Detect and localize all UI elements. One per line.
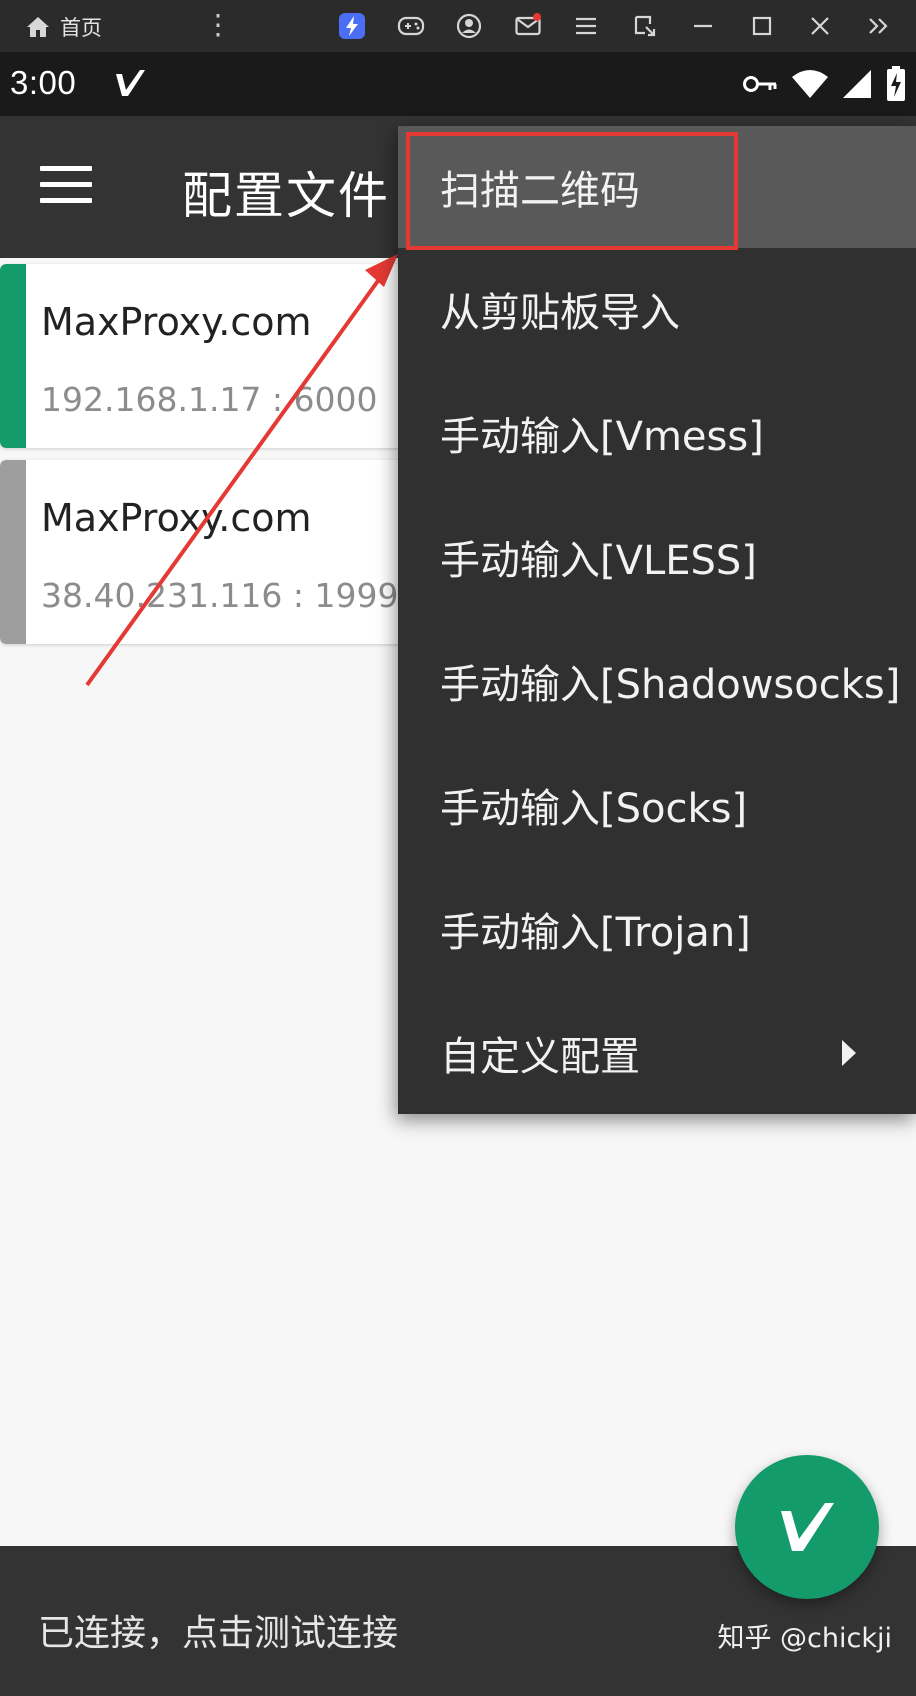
profile-address: 38.40.231.116 : 19993 (41, 576, 410, 615)
watermark: 知乎 @chickji (717, 1623, 892, 1654)
menu-item-custom-config[interactable]: 自定义配置 (398, 992, 916, 1114)
add-config-menu: 扫描二维码 从剪贴板导入 手动输入[Vmess] 手动输入[VLESS] 手动输… (398, 126, 916, 1114)
gamepad-icon[interactable] (382, 8, 441, 44)
connect-fab[interactable] (735, 1455, 879, 1599)
profile-name: MaxProxy.com (41, 496, 312, 540)
menu-item-manual-socks[interactable]: 手动输入[Socks] (398, 744, 916, 866)
profile-address: 192.168.1.17 : 6000 (41, 380, 378, 419)
connection-status-text: 已连接，点击测试连接 (38, 1613, 399, 1654)
screen: 首页 ⋮ 3:00 配置文件 MaxProxy.com 192.168.1.17… (0, 0, 916, 1696)
emulator-toolbar: 首页 ⋮ (0, 0, 916, 52)
profile-selected-indicator (0, 460, 26, 644)
submenu-arrow-icon (842, 1040, 856, 1066)
hamburger-menu-icon[interactable] (40, 166, 92, 206)
profile-card[interactable]: MaxProxy.com 192.168.1.17 : 6000 (0, 264, 410, 448)
expand-more-icon[interactable] (850, 8, 909, 44)
menu-item-manual-trojan[interactable]: 手动输入[Trojan] (398, 868, 916, 990)
account-icon[interactable] (440, 8, 499, 44)
profile-card[interactable]: MaxProxy.com 38.40.231.116 : 19993 (0, 460, 410, 644)
profile-name: MaxProxy.com (41, 300, 312, 344)
v2ray-logo-icon (116, 70, 145, 96)
wifi-icon (792, 70, 828, 98)
v2ray-logo-icon (781, 1503, 834, 1551)
menu-item-manual-vmess[interactable]: 手动输入[Vmess] (398, 372, 916, 494)
battery-charging-icon (887, 66, 905, 101)
menu-item-manual-shadowsocks[interactable]: 手动输入[Shadowsocks] (398, 620, 916, 742)
menu-item-import-clipboard[interactable]: 从剪贴板导入 (398, 248, 916, 370)
signal-icon (843, 70, 871, 98)
lightning-app-icon[interactable] (323, 8, 382, 44)
screen-rotate-icon[interactable] (616, 8, 675, 44)
minimize-icon[interactable] (674, 8, 733, 44)
mail-icon[interactable] (499, 8, 558, 44)
emulator-home-label: 首页 (60, 16, 102, 40)
status-clock: 3:00 (10, 64, 77, 101)
home-icon (27, 17, 49, 37)
emulator-home-button[interactable]: 首页 (26, 12, 102, 42)
status-bar: 3:00 (0, 52, 916, 116)
more-vert-icon[interactable]: ⋮ (204, 11, 232, 39)
menu-item-scan-qr[interactable]: 扫描二维码 (398, 126, 916, 248)
menu-icon[interactable] (557, 8, 616, 44)
notification-badge (533, 13, 541, 21)
profile-selected-indicator (0, 264, 26, 448)
menu-item-custom-config-label: 自定义配置 (440, 1034, 640, 1080)
vpn-key-icon (743, 76, 777, 92)
menu-item-manual-vless[interactable]: 手动输入[VLESS] (398, 496, 916, 618)
close-icon[interactable] (791, 8, 850, 44)
maximize-icon[interactable] (733, 8, 792, 44)
page-title: 配置文件 (182, 167, 390, 225)
